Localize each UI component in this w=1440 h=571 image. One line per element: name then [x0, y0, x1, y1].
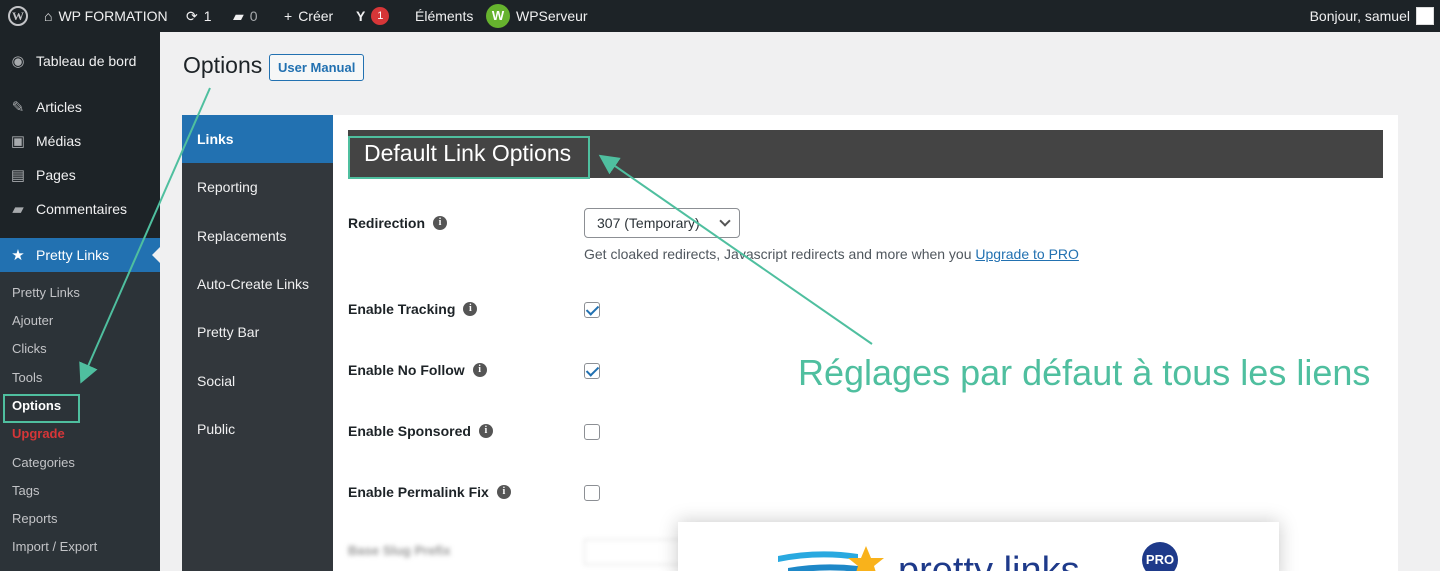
yoast-menu[interactable]: Y 1	[356, 0, 390, 32]
enable-sponsored-checkbox[interactable]	[584, 424, 600, 440]
avatar	[1416, 7, 1434, 25]
info-icon[interactable]: i	[478, 424, 493, 438]
info-icon[interactable]: i	[433, 216, 448, 230]
page-title: Options	[183, 52, 263, 78]
sidebar-item-label: Pages	[36, 167, 76, 183]
submenu-clicks[interactable]: Clicks	[12, 339, 47, 359]
new-label: Créer	[298, 8, 334, 24]
help-text: Get cloaked redirects, Javascript redire…	[584, 246, 972, 262]
submenu-tags[interactable]: Tags	[12, 481, 39, 501]
enable-sponsored-label: Enable Sponsored i	[348, 423, 493, 439]
tab-auto-create-links[interactable]: Auto-Create Links	[182, 260, 333, 308]
info-icon[interactable]: i	[496, 485, 511, 499]
pages-icon: ▤	[10, 167, 26, 184]
enable-tracking-checkbox[interactable]	[584, 302, 600, 318]
tab-public[interactable]: Public	[182, 405, 333, 453]
submenu-pretty-links[interactable]: Pretty Links	[12, 283, 80, 303]
sidebar-item-media[interactable]: ▣ Médias	[0, 124, 160, 158]
tab-replacements[interactable]: Replacements	[182, 212, 333, 260]
wordpress-logo-icon[interactable]: W	[8, 0, 28, 32]
enable-no-follow-label: Enable No Follow i	[348, 362, 487, 378]
sidebar-item-dashboard[interactable]: ◉ Tableau de bord	[0, 44, 160, 78]
tab-reporting[interactable]: Reporting	[182, 163, 333, 211]
sidebar-item-label: Articles	[36, 99, 82, 115]
chevron-down-icon	[719, 215, 731, 227]
redirection-label-text: Redirection	[348, 215, 426, 231]
upgrade-to-pro-link[interactable]: Upgrade to PRO	[975, 246, 1079, 262]
options-panel: Default Link Options Redirection i 307 (…	[333, 115, 1398, 571]
submenu-categories[interactable]: Categories	[12, 453, 75, 473]
main-content: Options User Manual Links Reporting Repl…	[160, 32, 1440, 571]
home-icon: ⌂	[44, 8, 53, 24]
sidebar-item-pretty-links[interactable]: ★ Pretty Links	[0, 238, 160, 272]
user-manual-button[interactable]: User Manual	[269, 54, 365, 81]
pin-icon: ✎	[11, 99, 25, 116]
redirection-select-value: 307 (Temporary)	[597, 215, 700, 231]
sidebar-item-articles[interactable]: ✎ Articles	[0, 90, 160, 124]
admin-bar: W ⌂ WP FORMATION ⟳ 1 ▰ 0 + Créer Y 1 Élé…	[0, 0, 1440, 32]
redirection-help-text: Get cloaked redirects, Javascript redire…	[584, 246, 1079, 262]
info-icon[interactable]: i	[463, 302, 478, 316]
sidebar-item-pages[interactable]: ▤ Pages	[0, 158, 160, 192]
blurred-row-label: Base Slug Prefix	[348, 543, 451, 558]
elements-link[interactable]: Éléments	[415, 0, 473, 32]
pro-badge: PRO	[1142, 542, 1178, 571]
row-label-text: Enable No Follow	[348, 362, 465, 378]
submenu-import-export[interactable]: Import / Export	[12, 537, 97, 557]
comment-icon: ▰	[12, 201, 24, 218]
site-name: WP FORMATION	[58, 8, 168, 24]
new-content-link[interactable]: + Créer	[284, 0, 333, 32]
comments-link[interactable]: ▰ 0	[233, 0, 258, 32]
pretty-links-logo-icon	[778, 546, 884, 571]
submenu-reports[interactable]: Reports	[12, 509, 58, 529]
row-label-text: Enable Sponsored	[348, 423, 471, 439]
annotation-text: Réglages par défaut à tous les liens	[798, 352, 1371, 393]
dashboard-icon: ◉	[11, 53, 25, 70]
header-highlight-box	[348, 136, 590, 179]
sidebar-item-label: Pretty Links	[36, 247, 110, 263]
submenu-tools[interactable]: Tools	[12, 368, 42, 388]
enable-permalink-fix-label: Enable Permalink Fix i	[348, 484, 511, 500]
wpserveur-icon: W	[486, 4, 510, 28]
enable-tracking-label: Enable Tracking i	[348, 301, 478, 317]
updates-count: 1	[203, 8, 212, 24]
submenu-add[interactable]: Ajouter	[12, 311, 53, 331]
sidebar-item-label: Tableau de bord	[36, 53, 137, 69]
tab-links[interactable]: Links	[182, 115, 333, 163]
star-icon: ★	[11, 247, 25, 264]
blurred-input[interactable]	[584, 539, 684, 565]
comments-count: 0	[249, 8, 258, 24]
yoast-badge: 1	[371, 7, 390, 25]
row-label-text: Enable Tracking	[348, 301, 456, 317]
admin-sidebar: ◉ Tableau de bord ✎ Articles ▣ Médias ▤ …	[0, 32, 160, 571]
comment-bubble-icon: ▰	[233, 7, 244, 24]
plus-icon: +	[284, 8, 293, 24]
row-label-text: Enable Permalink Fix	[348, 484, 489, 500]
refresh-icon: ⟳	[186, 7, 198, 24]
redirection-select[interactable]: 307 (Temporary)	[584, 208, 740, 238]
enable-permalink-fix-checkbox[interactable]	[584, 485, 600, 501]
updates-link[interactable]: ⟳ 1	[186, 0, 212, 32]
enable-no-follow-checkbox[interactable]	[584, 363, 600, 379]
user-account-menu[interactable]: Bonjour, samuel	[1310, 0, 1434, 32]
promo-logo-text: pretty links	[898, 550, 1080, 571]
elements-label: Éléments	[415, 8, 474, 24]
sidebar-item-comments[interactable]: ▰ Commentaires	[0, 192, 160, 226]
tab-social[interactable]: Social	[182, 357, 333, 405]
redirection-label: Redirection i	[348, 215, 448, 231]
site-name-link[interactable]: ⌂ WP FORMATION	[44, 0, 168, 32]
submenu-upgrade[interactable]: Upgrade	[12, 424, 65, 444]
media-icon: ▣	[10, 133, 26, 150]
sidebar-item-label: Médias	[36, 133, 82, 149]
options-tabs: Links Reporting Replacements Auto-Create…	[182, 115, 333, 571]
options-highlight-box	[3, 394, 80, 423]
greeting-text: Bonjour, samuel	[1309, 8, 1410, 24]
pretty-links-promo-card: pretty links PRO	[678, 522, 1279, 571]
sidebar-item-label: Commentaires	[36, 201, 128, 217]
tab-pretty-bar[interactable]: Pretty Bar	[182, 308, 333, 356]
wpserveur-label: WPServeur	[516, 8, 588, 24]
info-icon[interactable]: i	[472, 363, 487, 377]
yoast-icon: Y	[356, 8, 366, 24]
wpserveur-link[interactable]: W WPServeur	[486, 0, 588, 32]
